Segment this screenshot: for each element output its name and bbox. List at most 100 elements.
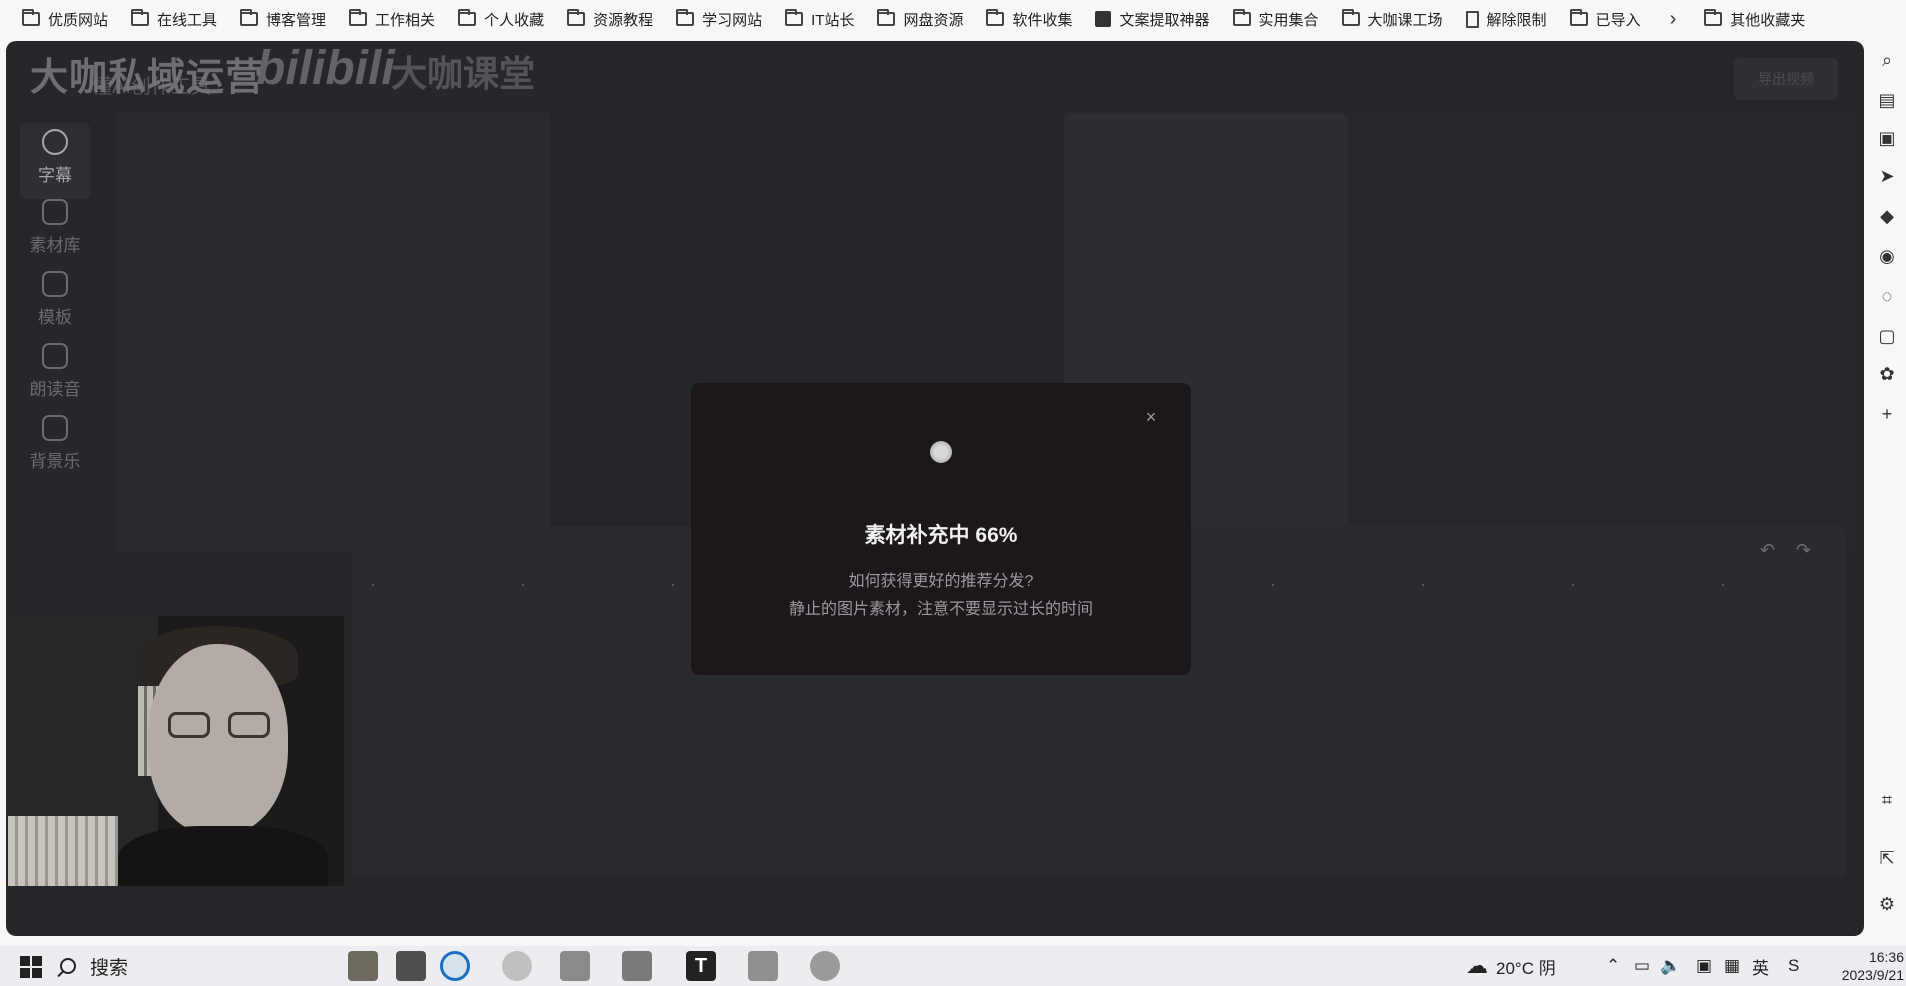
notes-app-icon[interactable] bbox=[560, 951, 590, 981]
nav-item-label: 朗读音 bbox=[29, 380, 81, 399]
app-icon[interactable]: ◆ bbox=[1877, 206, 1897, 226]
nav-item-1[interactable]: 素材库 bbox=[20, 193, 90, 269]
timeline-tick bbox=[522, 584, 524, 586]
system-clock[interactable]: 16:36 2023/9/21 bbox=[1836, 948, 1904, 984]
music-icon bbox=[42, 415, 68, 441]
game-icon[interactable]: ▢ bbox=[1877, 326, 1897, 346]
nav-item-2[interactable]: 模板 bbox=[20, 265, 90, 341]
folder-icon bbox=[22, 9, 40, 26]
nav-item-4[interactable]: 背景乐 bbox=[20, 409, 90, 485]
bookmark-item[interactable]: 在线工具 bbox=[123, 4, 225, 34]
bookmark-item[interactable]: IT站长 bbox=[777, 4, 862, 34]
bookmark-item[interactable]: 个人收藏 bbox=[450, 4, 552, 34]
bookmark-item[interactable]: 优质网站 bbox=[14, 4, 116, 34]
browser-sidebar: ⌕ ▤ ▣ ➤ ◆ ◉ ◌ ▢ ✿ + ⌗ ⇱ ⚙ bbox=[1868, 38, 1906, 946]
bookmark-item[interactable]: 实用集合 bbox=[1225, 4, 1327, 34]
glasses bbox=[228, 712, 270, 738]
file-explorer-icon[interactable] bbox=[748, 951, 778, 981]
timeline-tick bbox=[1722, 584, 1724, 586]
timeline-tick bbox=[372, 584, 374, 586]
folder-icon bbox=[1569, 9, 1588, 26]
clock-date: 2023/9/21 bbox=[1841, 967, 1904, 983]
bookmark-item[interactable]: 文案提取神器 bbox=[1087, 4, 1217, 34]
folder-icon bbox=[1341, 9, 1360, 26]
tip-question: 如何获得更好的推荐分发? bbox=[848, 573, 1034, 590]
typora-icon[interactable]: T bbox=[686, 951, 716, 981]
weather-text: 20°C 阴 bbox=[1496, 958, 1556, 978]
toolbox-icon[interactable]: ▤ bbox=[1877, 90, 1897, 110]
settings-cog-icon[interactable]: ✿ bbox=[1877, 364, 1897, 384]
bookmark-item[interactable]: 软件收集 bbox=[978, 4, 1080, 34]
screenshot-icon[interactable]: ⌗ bbox=[1877, 790, 1897, 810]
voice-icon bbox=[42, 343, 68, 369]
nav-item-3[interactable]: 朗读音 bbox=[20, 337, 90, 413]
watermark-text: 大咖私域运营 bbox=[30, 57, 265, 99]
bookmark-item[interactable]: 大咖课工场 bbox=[1334, 4, 1451, 34]
weather-widget[interactable]: ☁ 20°C 阴 bbox=[1466, 946, 1556, 986]
progress-dialog: × 素材补充中 66% 如何获得更好的推荐分发? 静止的图片素材，注意不要显示过… bbox=[691, 383, 1191, 675]
bookmark-label: 软件收集 bbox=[1012, 11, 1073, 29]
folder-icon bbox=[785, 9, 804, 26]
progress-title: 素材补充中 66% bbox=[864, 524, 1018, 547]
cloud-icon: ☁ bbox=[1466, 953, 1488, 978]
network-icon[interactable]: ▭ bbox=[1634, 946, 1650, 986]
redo-button[interactable]: ↷ bbox=[1796, 540, 1811, 561]
folder-icon bbox=[676, 9, 695, 26]
tray-app-icon[interactable]: ▣ bbox=[1696, 946, 1712, 986]
properties-panel bbox=[1352, 113, 1858, 551]
edge-browser-icon[interactable] bbox=[440, 951, 470, 981]
tray-chevron-icon[interactable]: ⌃ bbox=[1606, 946, 1620, 986]
editor-app-icon[interactable] bbox=[622, 951, 652, 981]
bookmark-label: 网盘资源 bbox=[903, 11, 964, 29]
add-icon[interactable]: + bbox=[1877, 404, 1897, 424]
bilibili-logo: bilibili bbox=[256, 42, 395, 95]
bookmark-label: 博客管理 bbox=[266, 11, 327, 29]
bookmark-item[interactable]: 博客管理 bbox=[232, 4, 334, 34]
bookmark-label: 解除限制 bbox=[1486, 11, 1547, 29]
bookmark-item[interactable]: 已导入 bbox=[1562, 4, 1649, 34]
folder-icon bbox=[131, 9, 150, 26]
send-icon[interactable]: ➤ bbox=[1877, 166, 1897, 186]
input-method-icon[interactable]: S bbox=[1788, 946, 1799, 986]
circle-icon[interactable]: ◌ bbox=[1877, 286, 1897, 306]
bookmark-label: 在线工具 bbox=[157, 11, 218, 29]
globe-icon[interactable]: ◉ bbox=[1877, 246, 1897, 266]
folder-icon bbox=[986, 9, 1005, 26]
chrome-icon[interactable] bbox=[502, 951, 532, 981]
close-icon[interactable]: × bbox=[1141, 407, 1161, 427]
taskbar-app-thumbnail[interactable] bbox=[348, 951, 378, 981]
nav-item-0[interactable]: 字幕 bbox=[20, 123, 90, 199]
volume-icon[interactable]: 🔈 bbox=[1660, 946, 1681, 986]
ime-indicator[interactable]: 英 bbox=[1752, 946, 1769, 986]
export-button[interactable]: 导出视频 bbox=[1734, 58, 1838, 100]
tray-app-icon-2[interactable]: ▦ bbox=[1724, 946, 1740, 986]
bookmark-label: 实用集合 bbox=[1258, 11, 1319, 29]
bookmark-label: IT站长 bbox=[811, 11, 855, 29]
windows-start-icon[interactable] bbox=[20, 956, 42, 978]
undo-button[interactable]: ↶ bbox=[1760, 540, 1775, 561]
books bbox=[8, 816, 118, 886]
timeline-tick bbox=[1422, 584, 1424, 586]
bookmark-label: 文案提取神器 bbox=[1119, 11, 1210, 29]
clock-time: 16:36 bbox=[1868, 949, 1904, 965]
document-icon bbox=[1465, 10, 1479, 28]
bookmark-item[interactable]: 解除限制 bbox=[1458, 4, 1555, 34]
bookmark-item[interactable]: 工作相关 bbox=[341, 4, 443, 34]
folder-icon bbox=[240, 9, 259, 26]
search-icon[interactable]: ⌕ bbox=[1877, 50, 1897, 70]
office-icon[interactable]: ▣ bbox=[1877, 128, 1897, 148]
bookmarks-overflow-chevron-icon[interactable]: › bbox=[1656, 8, 1691, 31]
subtitle-icon bbox=[42, 129, 68, 155]
bookmark-item[interactable]: 学习网站 bbox=[668, 4, 770, 34]
bookmark-item[interactable]: 网盘资源 bbox=[869, 4, 971, 34]
other-bookmarks[interactable]: 其他收藏夹 bbox=[1696, 4, 1813, 34]
gear-icon[interactable]: ⚙ bbox=[1877, 894, 1897, 914]
taskbar-app-thumbnail[interactable] bbox=[396, 951, 426, 981]
person-face bbox=[148, 644, 288, 834]
app-flower-icon[interactable] bbox=[810, 951, 840, 981]
bookmark-label: 资源教程 bbox=[593, 11, 654, 29]
tip-answer: 静止的图片素材，注意不要显示过长的时间 bbox=[788, 601, 1093, 618]
taskbar-search[interactable]: 搜索 bbox=[60, 950, 128, 982]
external-link-icon[interactable]: ⇱ bbox=[1877, 848, 1897, 868]
bookmark-item[interactable]: 资源教程 bbox=[559, 4, 661, 34]
